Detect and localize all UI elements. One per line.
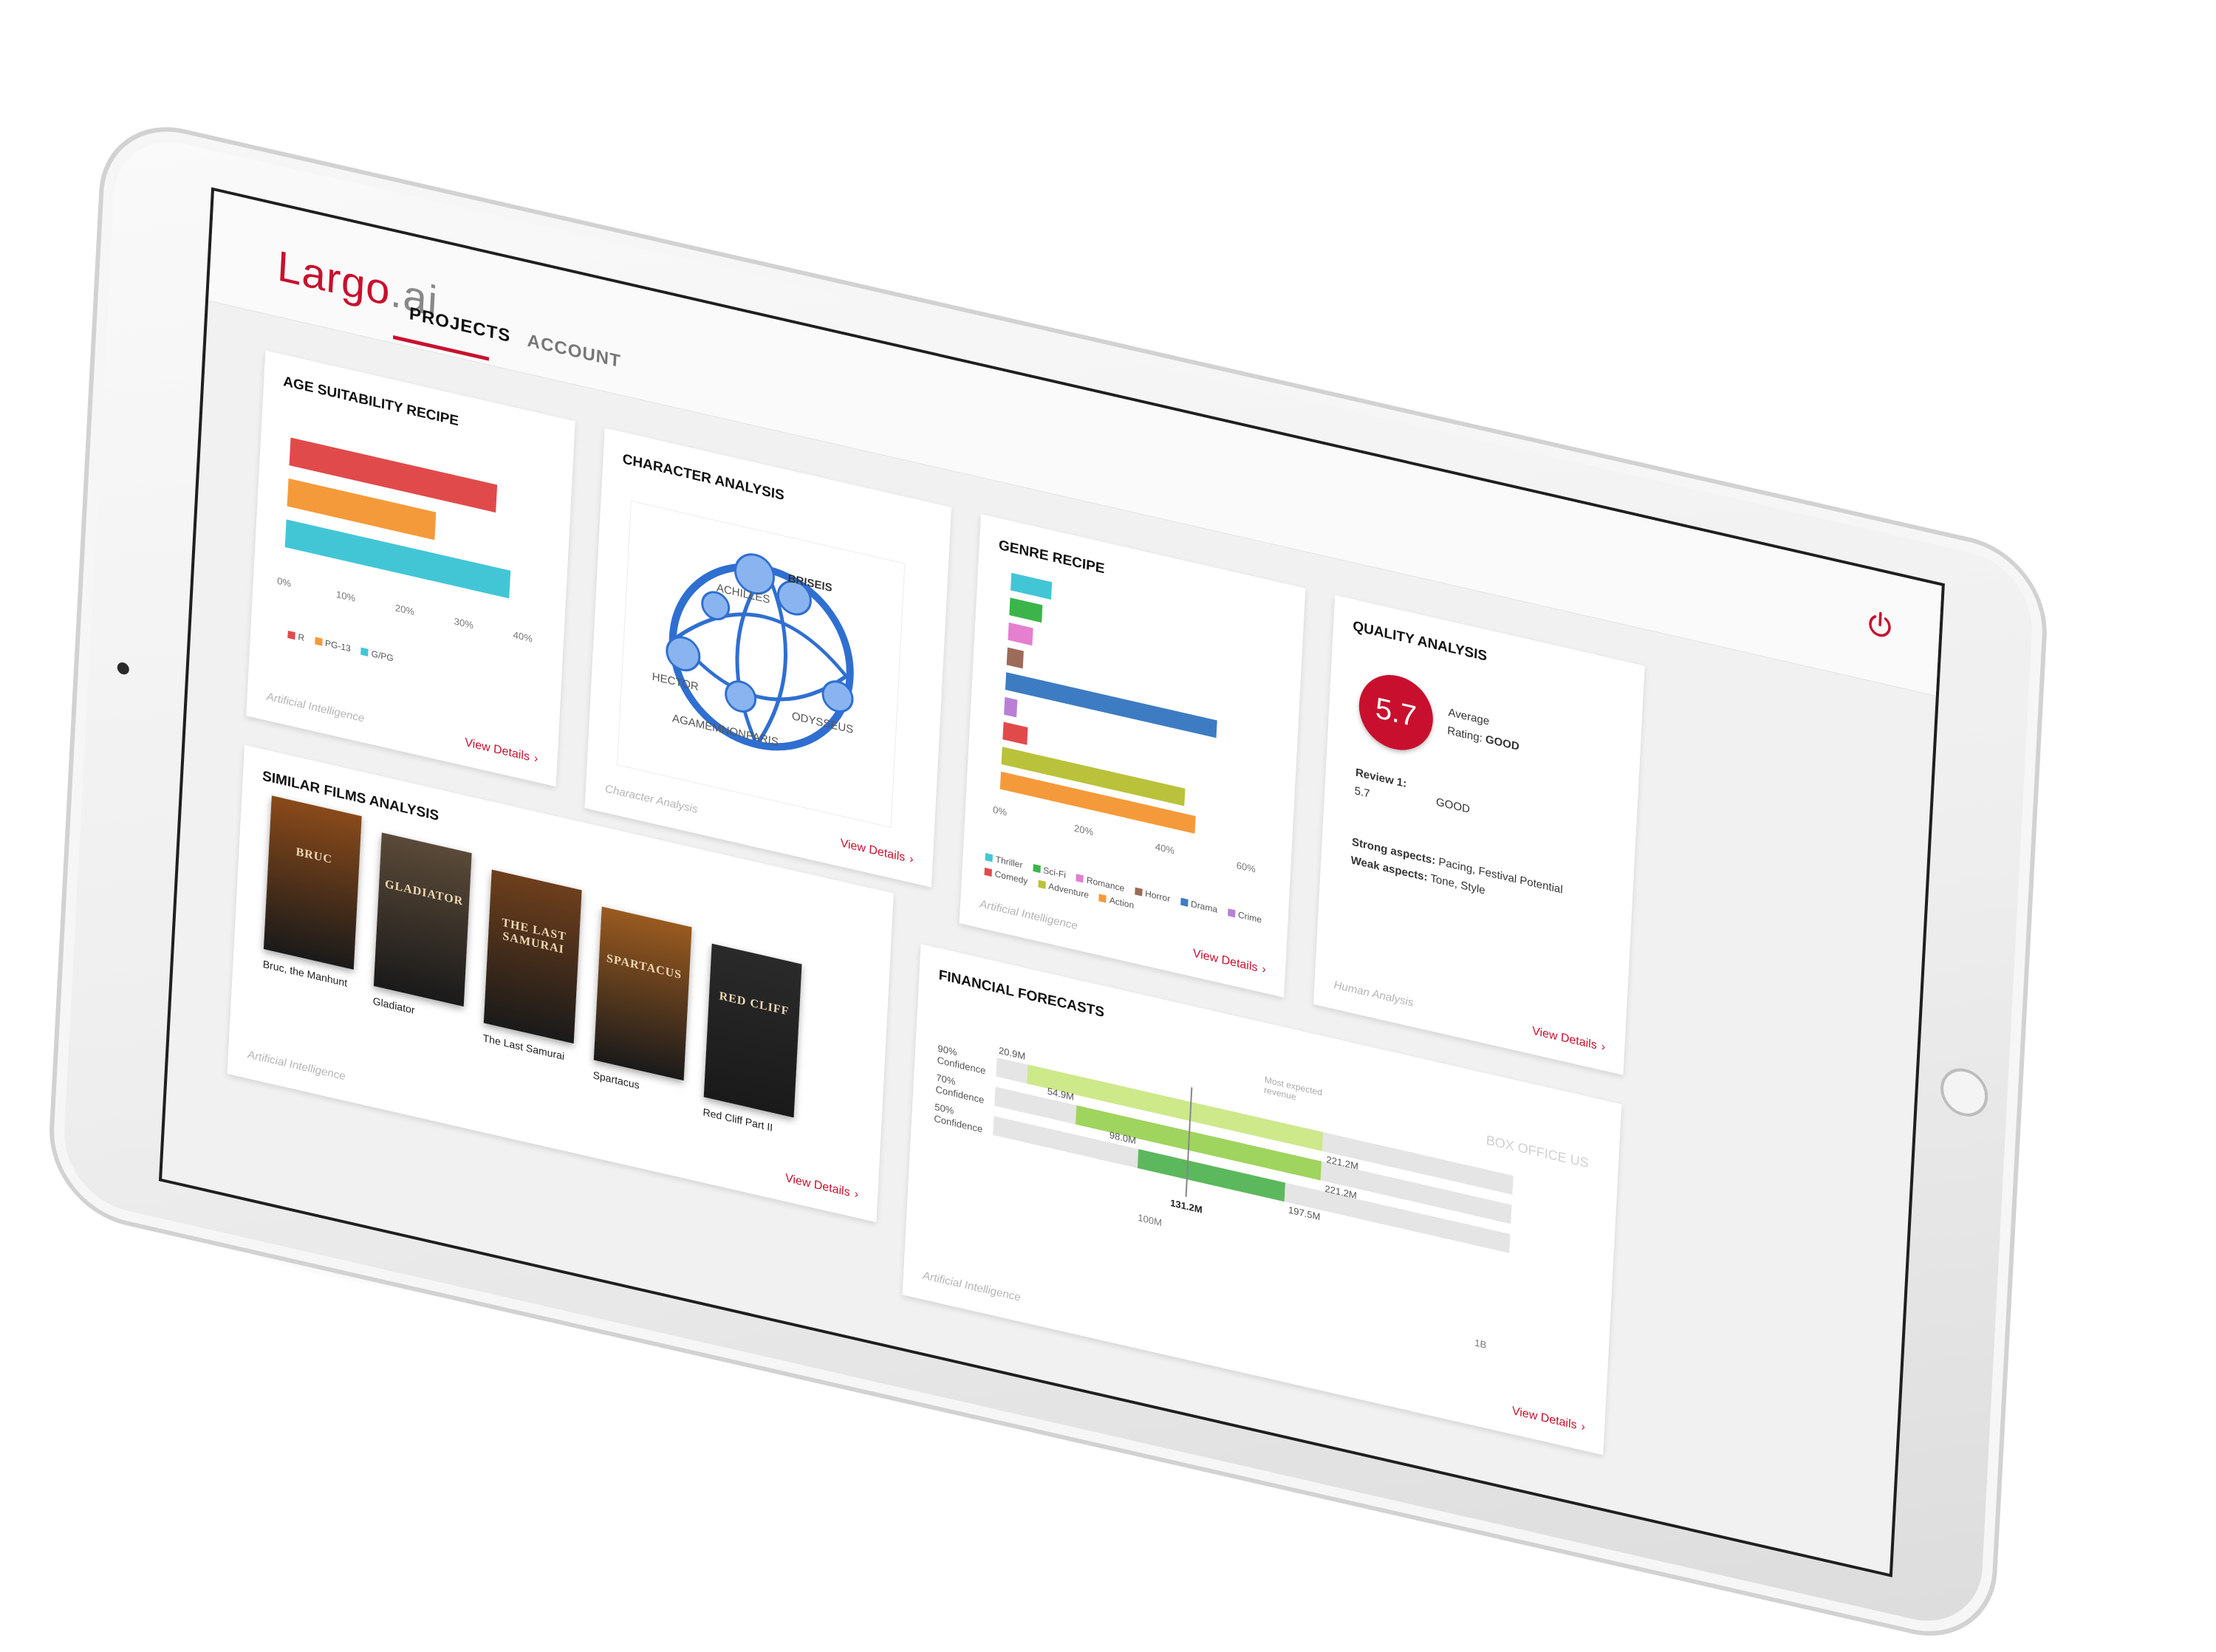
axis-tick-label: 60% (1236, 859, 1256, 875)
tab-account[interactable]: ACCOUNT (527, 331, 621, 373)
average-label: Average (1448, 706, 1490, 728)
character-network-graph[interactable]: ACHILLES BRISEIS HECTOR ODYSSEUS AGAMEMN… (616, 500, 906, 828)
card-footer-label: Artificial Intelligence (979, 897, 1078, 933)
legend-item: Crime (1227, 907, 1262, 925)
card-footer-label: Artificial Intelligence (266, 690, 365, 725)
view-details-link[interactable]: View Details › (785, 1172, 859, 1202)
poster-title: THE LAST SAMURAI (501, 916, 567, 956)
poster-title: SPARTACUS (606, 952, 683, 982)
confidence-label: 70% Confidence (935, 1072, 985, 1106)
bar-sci-fi (1009, 597, 1043, 623)
card-footer-label: Artificial Intelligence (247, 1048, 346, 1083)
bar-horror (1006, 647, 1024, 669)
genre-bar-chart: 0% 20% 40% 60% (988, 570, 1266, 880)
view-details-link[interactable]: View Details › (1511, 1405, 1586, 1434)
review-value: GOOD (1435, 795, 1471, 816)
rating-line: Rating: GOOD (1446, 724, 1520, 753)
legend-swatch (1033, 863, 1041, 874)
view-details-link[interactable]: View Details › (1532, 1025, 1606, 1055)
film-poster[interactable]: RED CLIFF (703, 943, 802, 1118)
view-details-link[interactable]: View Details › (465, 736, 538, 766)
chevron-right-icon: › (909, 852, 914, 866)
poster-title: RED CLIFF (719, 990, 790, 1018)
legend-item: R (287, 629, 305, 643)
axis-tick-label: 40% (513, 628, 533, 645)
legend-label: Comedy (994, 868, 1028, 887)
tab-projects[interactable]: PROJECTS (408, 304, 511, 347)
legend-label: Crime (1237, 909, 1262, 925)
confidence-label: 90% Confidence (937, 1042, 986, 1077)
view-details-link[interactable]: View Details › (1192, 947, 1266, 977)
poster-title: GLADIATOR (384, 877, 464, 908)
bar-drama (1005, 672, 1217, 738)
bar-crime (1004, 696, 1017, 718)
axis-tick-label: 20% (1073, 822, 1094, 838)
film-title: Spartacus (592, 1069, 640, 1091)
legend-swatch (1075, 874, 1084, 883)
legend-item: Drama (1180, 897, 1218, 915)
axis-tick-label: 0% (276, 575, 292, 589)
card-quality-analysis: QUALITY ANALYSIS 5.7 Average Rating: GOO… (1313, 594, 1645, 1075)
review-score: 5.7 (1354, 784, 1371, 801)
legend-item: PG-13 (314, 635, 351, 654)
card-footer-label: Character Analysis (604, 782, 698, 816)
film-poster[interactable]: THE LAST SAMURAI (483, 869, 582, 1044)
film-poster[interactable]: GLADIATOR (373, 832, 472, 1007)
poster-title: BRUC (295, 845, 333, 867)
age-bar-chart: 0% 10% 20% 30% 40% (275, 421, 535, 654)
legend-swatch (984, 867, 992, 877)
legend-label: Thriller (995, 854, 1023, 871)
legend-swatch (1180, 897, 1189, 907)
axis-tick-label: 40% (1155, 840, 1175, 857)
view-details-link[interactable]: View Details › (840, 837, 914, 866)
app-screen: Largo.ai PROJECTS ACCOUNT AGE SUITABILIT… (158, 187, 1945, 1577)
bar-comedy (1002, 722, 1028, 745)
axis-tick-label: 20% (394, 602, 415, 618)
card-genre-recipe: GENRE RECIPE 0% 20% 40% 60% Thriller Sci-Fi R… (959, 514, 1306, 998)
film-title: Gladiator (372, 995, 415, 1016)
legend-label: Drama (1190, 898, 1218, 915)
bar-romance (1008, 622, 1033, 646)
bar-thriller (1010, 572, 1053, 600)
legend-item: Action (1098, 892, 1135, 911)
card-footer-label: Human Analysis (1333, 978, 1414, 1010)
card-footer-label: Artificial Intelligence (922, 1269, 1022, 1304)
chevron-right-icon: › (1581, 1420, 1586, 1434)
card-age-suitability: AGE SUITABILITY RECIPE 0% 10% 20% 30% 40% R … (246, 350, 575, 787)
legend-item: Horror (1134, 885, 1171, 905)
legend-label: Romance (1086, 874, 1125, 894)
power-icon[interactable] (1864, 607, 1895, 643)
chevron-right-icon: › (533, 752, 538, 766)
expected-revenue-label: 131.2M (1169, 1197, 1203, 1216)
legend-label: Sci-Fi (1042, 865, 1067, 880)
confidence-label: 50% Confidence (934, 1100, 983, 1135)
chevron-right-icon: › (1601, 1041, 1606, 1055)
legend-swatch (1134, 887, 1143, 897)
legend-label: Horror (1144, 888, 1171, 905)
axis-tick-label: 10% (335, 588, 356, 604)
axis-tick-label: 1B (1474, 1337, 1487, 1351)
legend-label: Action (1109, 894, 1135, 911)
legend-item: G/PG (360, 646, 394, 664)
film-poster[interactable]: SPARTACUS (593, 906, 692, 1081)
age-legend: R PG-13 G/PG (287, 629, 394, 664)
chevron-right-icon: › (854, 1187, 859, 1202)
tablet-device: Largo.ai PROJECTS ACCOUNT AGE SUITABILIT… (45, 111, 2051, 1652)
most-expected-label: Most expected revenue (1263, 1074, 1323, 1103)
axis-tick-label: 30% (454, 615, 474, 631)
chevron-right-icon: › (1262, 962, 1267, 976)
legend-swatch (985, 853, 994, 863)
axis-tick-label: 100M (1138, 1212, 1163, 1229)
legend-swatch (1227, 908, 1236, 918)
card-character-analysis: CHARACTER ANALYSIS ACHILLES BRISEIS HECT… (584, 428, 952, 888)
legend-swatch (1038, 880, 1046, 889)
legend-swatch (1098, 894, 1107, 903)
financial-range-chart: 90% Confidence 20.9M 221.2M 70% Confidence 5… (927, 1029, 1587, 1397)
film-poster[interactable]: BRUC (263, 795, 362, 970)
axis-tick-label: 0% (992, 803, 1008, 818)
quality-score-badge: 5.7 (1357, 667, 1435, 758)
